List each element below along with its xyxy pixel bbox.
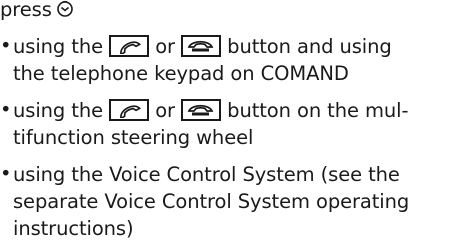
- bullet-1-line-2: the telephone keypad on COMAND: [13, 62, 349, 85]
- rotary-press-icon: [56, 0, 74, 17]
- phone-end-icon: [181, 35, 222, 57]
- intro-line: press: [0, 0, 74, 23]
- bullet-3-line-2: separate Voice Control System operating: [13, 190, 410, 213]
- bullet-2-line-2: tifunction steering wheel: [13, 126, 254, 149]
- bullet-1-post: button and using: [227, 35, 392, 58]
- bullet-marker: •: [0, 34, 12, 57]
- bullet-1-line-1: using the or button and using: [13, 34, 392, 60]
- intro-text: press: [0, 0, 52, 21]
- bullet-3-line-3: instructions): [13, 217, 134, 240]
- bullet-1-mid: or: [155, 35, 175, 58]
- bullet-2-pre: using the: [13, 99, 103, 122]
- phone-call-icon: [109, 35, 150, 57]
- bullet-3-line-1: using the Voice Control System (see the: [13, 163, 400, 186]
- manual-page: press • using the or button and using th…: [0, 0, 457, 250]
- bullet-marker: •: [0, 98, 12, 121]
- bullet-2-post: button on the mul-: [227, 99, 409, 122]
- bullet-2-mid: or: [155, 99, 175, 122]
- phone-end-icon: [181, 99, 222, 121]
- bullet-1-pre: using the: [13, 35, 103, 58]
- bullet-marker: •: [0, 162, 12, 185]
- phone-call-icon: [109, 99, 150, 121]
- bullet-2-line-1: using the or button on the mul-: [13, 98, 408, 124]
